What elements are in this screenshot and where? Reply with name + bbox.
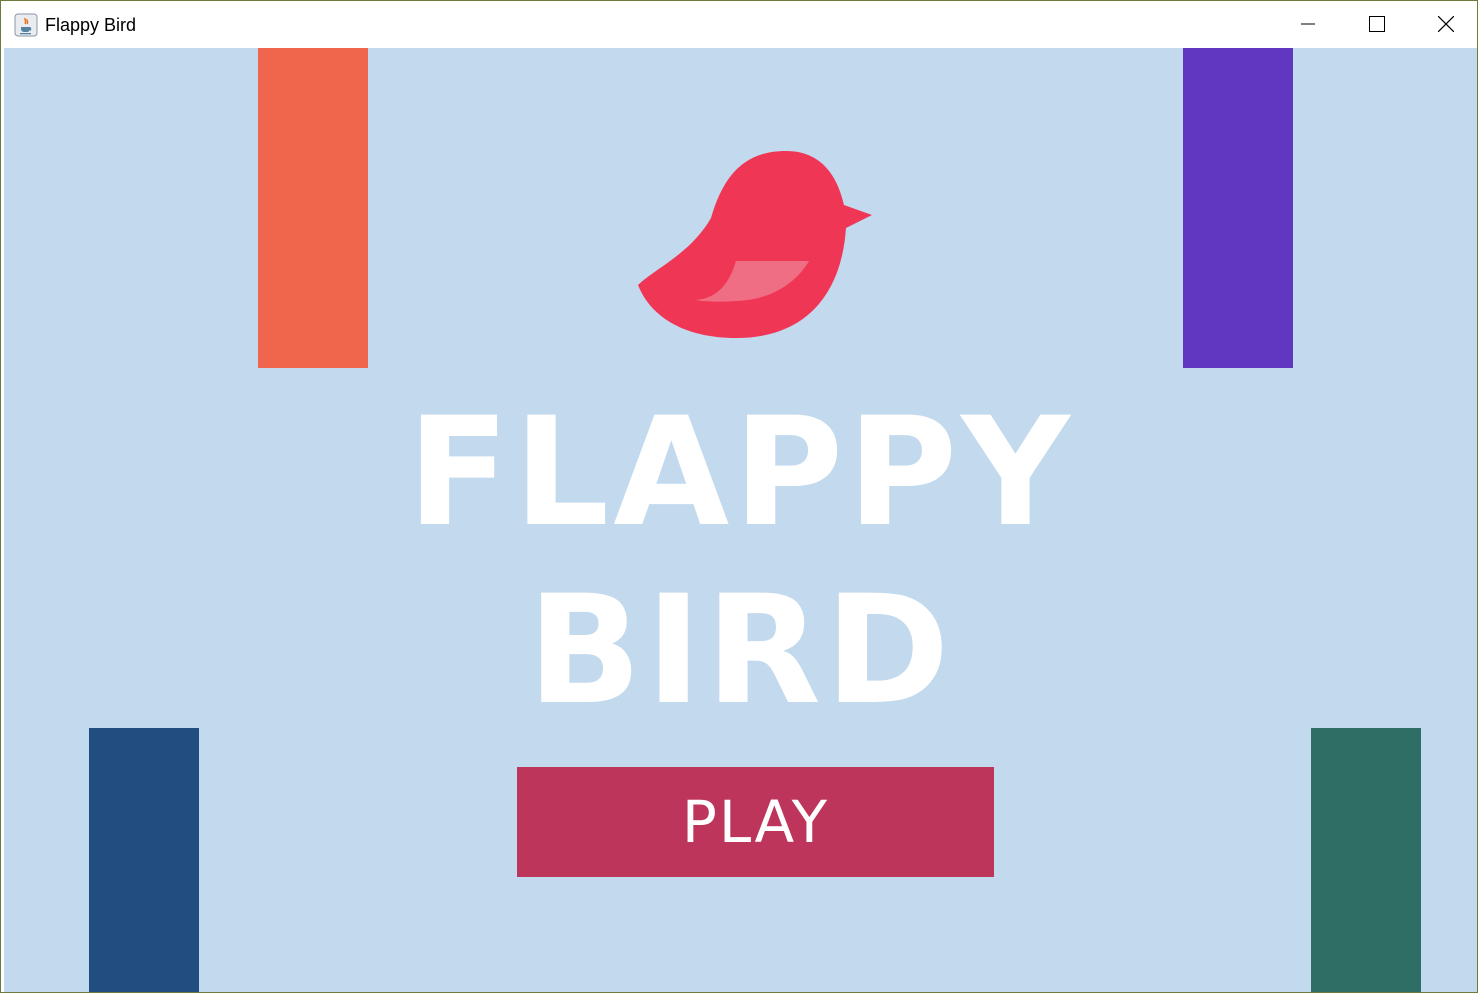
top-left-pipe	[258, 48, 368, 368]
game-title-line-1: FLAPPY	[407, 386, 1074, 560]
close-button[interactable]	[1411, 1, 1477, 47]
play-button[interactable]: PLAY	[517, 767, 994, 877]
java-cup-icon	[14, 13, 38, 37]
bottom-left-pipe	[89, 728, 199, 992]
bird-icon	[638, 151, 872, 338]
top-right-pipe	[1183, 48, 1293, 368]
close-icon	[1438, 16, 1454, 32]
app-window: Flappy Bird FLAPPY BIRD PLAY	[0, 0, 1478, 993]
bottom-right-pipe	[1311, 728, 1421, 992]
maximize-icon	[1369, 16, 1385, 32]
game-title-line-2: BIRD	[527, 564, 954, 738]
play-button-label: PLAY	[681, 788, 830, 856]
minimize-button[interactable]	[1273, 1, 1343, 47]
minimize-icon	[1301, 23, 1315, 25]
maximize-button[interactable]	[1342, 1, 1412, 47]
window-title: Flappy Bird	[45, 15, 137, 35]
game-canvas[interactable]: FLAPPY BIRD PLAY	[4, 48, 1477, 992]
title-bar[interactable]: Flappy Bird	[1, 1, 1477, 47]
